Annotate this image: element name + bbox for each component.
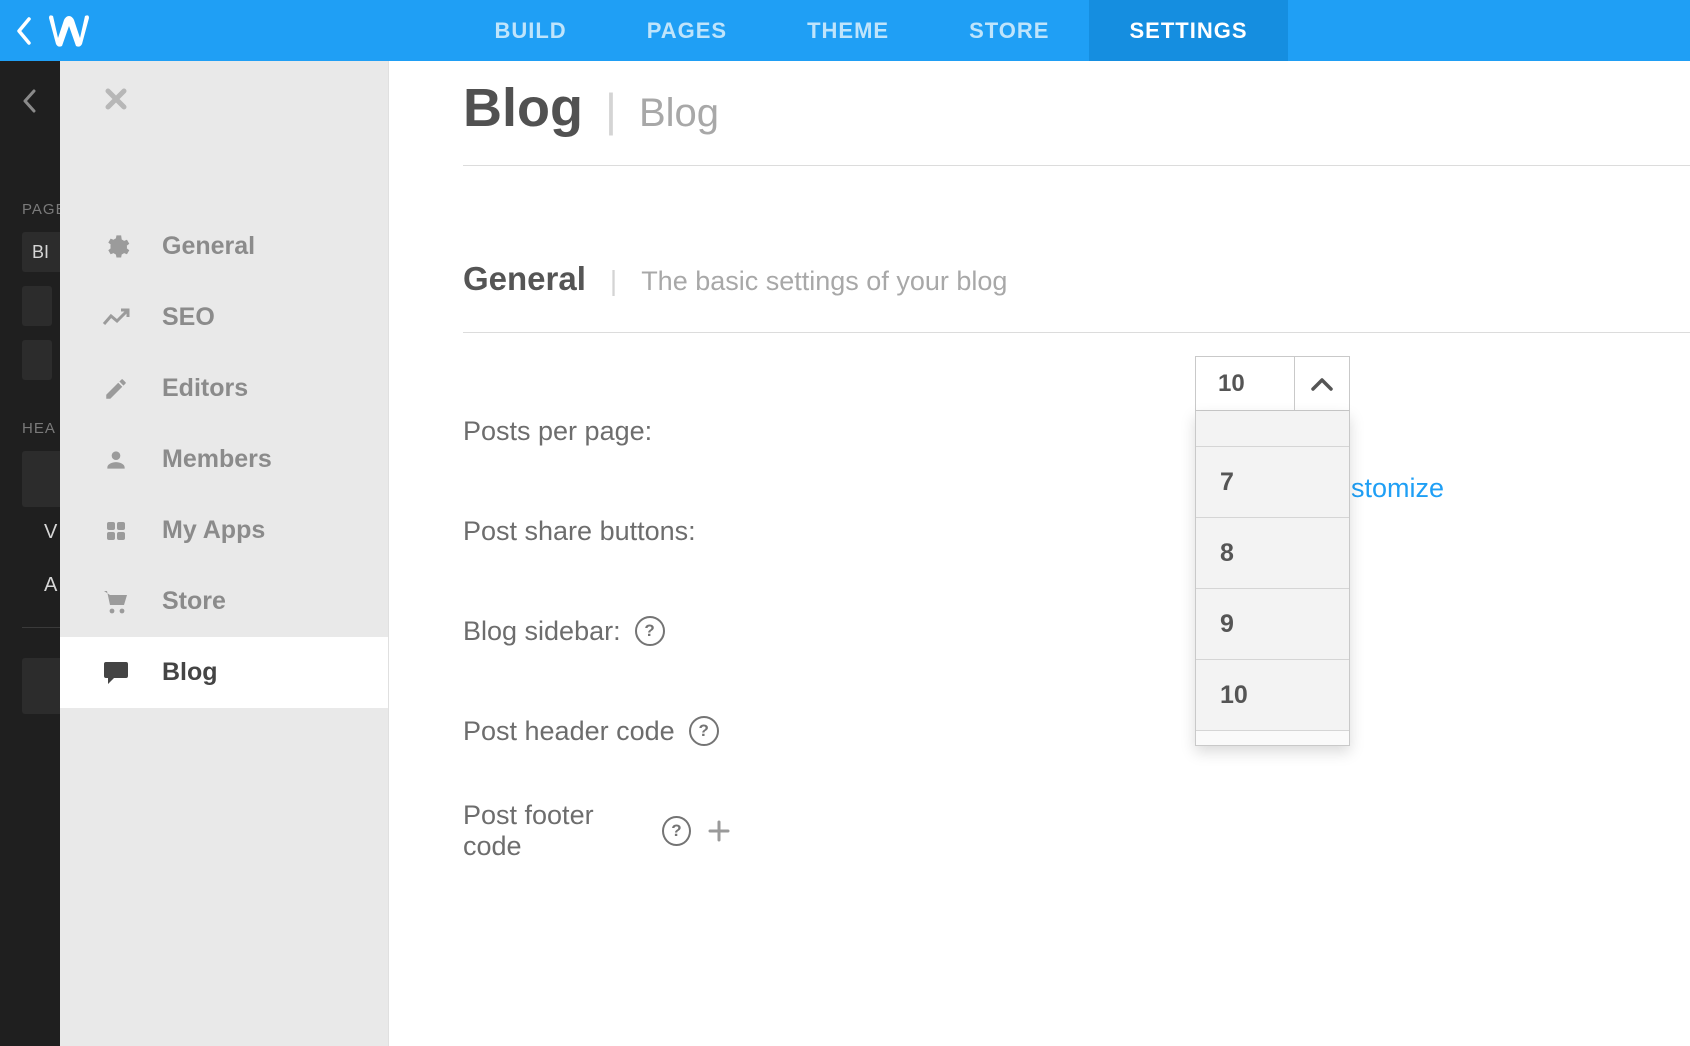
sidebar-item-members[interactable]: Members xyxy=(60,424,388,495)
top-tabs: BUILD PAGES THEME STORE SETTINGS xyxy=(92,0,1690,61)
dropdown-toggle[interactable]: 10 xyxy=(1195,356,1350,411)
field-label-text: Post footer code xyxy=(463,800,648,862)
help-icon[interactable]: ? xyxy=(662,816,691,846)
dropdown-scroll-next[interactable] xyxy=(1196,731,1349,745)
divider xyxy=(463,332,1690,333)
top-bar: BUILD PAGES THEME STORE SETTINGS xyxy=(0,0,1690,61)
field-post-header-code: Post header code ? xyxy=(463,681,1690,781)
customize-link[interactable]: stomize xyxy=(1351,473,1444,504)
sidebar-item-label: Members xyxy=(162,445,272,474)
sidebar-item-myapps[interactable]: My Apps xyxy=(60,495,388,566)
field-label: Post footer code ? xyxy=(463,800,733,862)
pencil-icon xyxy=(100,376,132,402)
field-label: Post share buttons: xyxy=(463,516,733,547)
sidebar-item-seo[interactable]: SEO xyxy=(60,282,388,353)
tab-build[interactable]: BUILD xyxy=(454,0,606,61)
sidebar-item-label: General xyxy=(162,232,255,261)
tab-settings[interactable]: SETTINGS xyxy=(1089,0,1287,61)
section-title: General xyxy=(463,260,586,298)
field-post-share-buttons: Post share buttons: xyxy=(463,481,1690,581)
dropdown-list: 7 8 9 10 xyxy=(1195,411,1350,746)
field-posts-per-page: Posts per page: xyxy=(463,381,1690,481)
person-icon xyxy=(100,447,132,473)
fields-list: Posts per page: Post share buttons: Blog… xyxy=(463,381,1690,881)
breadcrumb-divider: | xyxy=(605,83,617,137)
content-area: Blog | Blog General | The basic settings… xyxy=(389,61,1690,1046)
dark-sidebar: PAGE BI HEA V A xyxy=(0,61,60,1046)
field-label-text: Blog sidebar: xyxy=(463,616,621,647)
settings-sidebar: General SEO Editors Members xyxy=(60,61,389,1046)
tab-pages[interactable]: PAGES xyxy=(607,0,767,61)
help-icon[interactable]: ? xyxy=(689,716,719,746)
sidebar-item-blog[interactable]: Blog xyxy=(60,637,388,708)
field-post-footer-code: Post footer code ? xyxy=(463,781,1690,881)
dark-sidebar-pages-label: PAGE xyxy=(0,201,60,218)
help-icon[interactable]: ? xyxy=(635,616,665,646)
sidebar-item-label: Blog xyxy=(162,658,218,687)
apps-icon xyxy=(100,519,132,543)
dropdown-option[interactable]: 10 xyxy=(1196,660,1349,731)
chat-icon xyxy=(100,660,132,686)
dropdown-option[interactable]: 7 xyxy=(1196,447,1349,518)
field-label: Blog sidebar: ? xyxy=(463,616,733,647)
tab-theme[interactable]: THEME xyxy=(767,0,929,61)
close-icon[interactable] xyxy=(104,85,128,119)
chevron-left-icon xyxy=(15,17,35,45)
field-label: Posts per page: xyxy=(463,416,733,447)
page-breadcrumb: Blog | Blog xyxy=(463,77,1690,139)
sidebar-item-store[interactable]: Store xyxy=(60,566,388,637)
dark-sidebar-row[interactable]: V xyxy=(44,521,60,544)
sidebar-item-label: My Apps xyxy=(162,516,265,545)
tab-store[interactable]: STORE xyxy=(929,0,1089,61)
sidebar-item-editors[interactable]: Editors xyxy=(60,353,388,424)
cart-icon xyxy=(100,589,132,615)
weebly-logo[interactable] xyxy=(46,14,92,48)
sidebar-item-label: Editors xyxy=(162,374,248,403)
dark-sidebar-back[interactable] xyxy=(0,61,60,141)
sidebar-item-label: SEO xyxy=(162,303,215,332)
field-label-text: Post header code xyxy=(463,716,675,747)
dropdown-option[interactable]: 9 xyxy=(1196,589,1349,660)
dropdown-scroll-prev[interactable] xyxy=(1196,411,1349,447)
logo-icon xyxy=(46,14,92,48)
sidebar-item-general[interactable]: General xyxy=(60,211,388,282)
trend-icon xyxy=(100,308,132,328)
posts-per-page-dropdown: 10 7 8 9 10 xyxy=(1195,356,1350,746)
chevron-up-icon[interactable] xyxy=(1294,357,1349,410)
divider: | xyxy=(610,265,617,297)
page-subtitle: Blog xyxy=(639,91,719,136)
back-button[interactable] xyxy=(0,0,50,61)
add-button[interactable] xyxy=(705,816,733,846)
settings-menu: General SEO Editors Members xyxy=(60,211,388,708)
dropdown-option[interactable]: 8 xyxy=(1196,518,1349,589)
dark-sidebar-row[interactable]: A xyxy=(44,574,60,597)
dark-sidebar-pill[interactable] xyxy=(22,340,52,380)
field-blog-sidebar: Blog sidebar: ? xyxy=(463,581,1690,681)
dark-sidebar-pill[interactable] xyxy=(22,286,52,326)
sidebar-item-label: Store xyxy=(162,587,226,616)
page-title: Blog xyxy=(463,77,583,139)
divider xyxy=(463,165,1690,166)
section-header: General | The basic settings of your blo… xyxy=(463,260,1690,298)
gear-icon xyxy=(100,233,132,261)
section-description: The basic settings of your blog xyxy=(641,266,1007,297)
field-label: Post header code ? xyxy=(463,716,733,747)
dark-sidebar-header-label: HEA xyxy=(0,420,60,437)
chevron-left-icon xyxy=(22,89,38,113)
dropdown-selected: 10 xyxy=(1196,357,1294,410)
